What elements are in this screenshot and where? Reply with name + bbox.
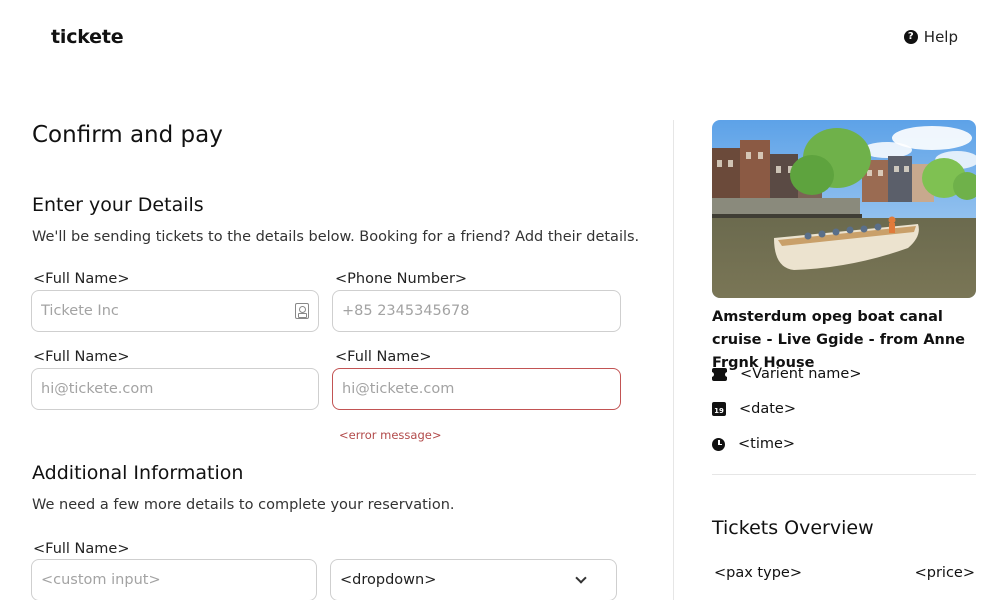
column-divider (673, 120, 674, 600)
date-row: 19 <date> (712, 401, 796, 417)
error-message: <error message> (339, 428, 442, 442)
full-name-input[interactable] (41, 303, 295, 319)
summary-divider (712, 474, 976, 475)
confirm-email-label: <Full Name> (335, 349, 432, 365)
dropdown-select[interactable]: <dropdown> (330, 559, 617, 600)
time-row: <time> (712, 436, 795, 452)
tickets-overview-title: Tickets Overview (712, 517, 874, 539)
additional-section-description: We need a few more details to complete y… (32, 497, 455, 513)
email-field[interactable] (31, 368, 319, 410)
variant-name: <Varient name> (740, 366, 862, 382)
pax-type: <pax type> (714, 565, 802, 581)
details-section-description: We'll be sending tickets to the details … (32, 229, 640, 245)
tour-title: Amsterdum opeg boat canal cruise - Live … (712, 309, 966, 371)
custom-input[interactable] (41, 572, 307, 588)
confirm-email-field[interactable] (332, 368, 621, 410)
logo[interactable]: tickete (51, 26, 124, 48)
tour-image (712, 120, 976, 298)
phone-number-field[interactable] (332, 290, 621, 332)
phone-number-label: <Phone Number> (335, 271, 468, 287)
dropdown-value: <dropdown> (340, 572, 437, 588)
details-section-title: Enter your Details (32, 194, 204, 216)
ticket-icon (709, 367, 730, 381)
time-value: <time> (738, 436, 796, 452)
date-value: <date> (739, 401, 796, 417)
phone-number-input[interactable] (342, 303, 611, 319)
email-label: <Full Name> (33, 349, 130, 365)
email-input[interactable] (41, 381, 309, 397)
clock-icon (712, 437, 725, 451)
calendar-icon: 19 (712, 402, 726, 416)
variant-row: <Varient name> (709, 366, 862, 382)
additional-section-title: Additional Information (32, 462, 244, 484)
price: <price> (914, 565, 975, 581)
canal-boat-image (712, 120, 976, 298)
chevron-down-icon (575, 572, 587, 584)
custom-field-label: <Full Name> (33, 541, 130, 557)
full-name-label: <Full Name> (33, 271, 130, 287)
help-icon: ? (903, 30, 918, 44)
help-label: Help (923, 28, 958, 46)
confirm-email-input[interactable] (342, 381, 611, 397)
top-bar: tickete ? Help (0, 0, 1000, 78)
page-title: Confirm and pay (32, 122, 223, 148)
custom-input-field[interactable] (31, 559, 317, 600)
full-name-field[interactable] (31, 290, 319, 332)
contact-card-icon[interactable] (295, 303, 309, 319)
help-link[interactable]: ? Help (903, 28, 958, 46)
